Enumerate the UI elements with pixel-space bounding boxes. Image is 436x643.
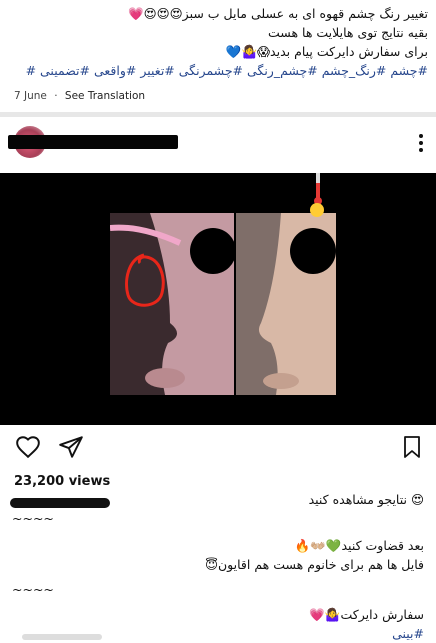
post-actions <box>0 430 436 466</box>
caption-bottom-line-1: 😍 نتایجو مشاهده کنید <box>308 492 424 507</box>
post-caption-bottom: 😍 نتایجو مشاهده کنید ~~~~ بعد قضاوت کنید… <box>0 490 436 643</box>
caption-line-2: بقیه نتایج توی هایلایت ها هست <box>268 25 428 40</box>
caption-bottom-line-2: ~~~~ <box>12 511 54 526</box>
red-circle-annotation <box>125 253 165 307</box>
caption-hashtags[interactable]: #چشم #رنگ_چشم #چشم_رنگی #چشمرنگی #تغییر … <box>8 61 428 80</box>
caption-line-1: تغییر رنگ چشم قهوه ای به عسلی مایل ب سبز… <box>128 6 428 21</box>
views-count[interactable]: 23,200 views <box>14 474 110 489</box>
heart-icon[interactable] <box>14 434 42 460</box>
feed-divider <box>0 112 436 117</box>
heart-eyes-emoji-icon <box>310 203 324 217</box>
caption-bottom-line-5: ~~~~ <box>12 582 54 597</box>
post-date: 7 June <box>14 90 47 102</box>
caption-bottom-line-6: سفارش دایرکت🤷‍♀️💗 <box>309 607 424 622</box>
caption-bottom-line-3: بعد قضاوت کنید💚👐🏼🔥 <box>294 538 424 553</box>
caption-line-3: برای سفارش دایرکت پیام بدید😱🤷‍♀️💙 <box>225 44 428 59</box>
see-translation-link[interactable]: See Translation <box>65 90 145 102</box>
send-icon[interactable] <box>58 434 84 460</box>
post-meta-row: 7 June · See Translation <box>14 90 145 102</box>
faded-comment-bar <box>22 634 102 640</box>
post-header <box>0 118 436 168</box>
post-caption-top: تغییر رنگ چشم قهوه ای به عسلی مایل ب سبز… <box>0 0 436 84</box>
face-blur-circle-left <box>190 228 234 274</box>
face-blur-circle-right <box>290 228 336 274</box>
bookmark-icon[interactable] <box>400 434 424 460</box>
post-media[interactable] <box>0 173 436 425</box>
after-photo <box>236 213 336 395</box>
more-vertical-icon[interactable] <box>418 134 424 154</box>
meta-separator: · <box>54 90 58 102</box>
redacted-username <box>8 135 178 149</box>
caption-bottom-line-4: فایل ها هم برای خانوم هست هم اقایون😇 <box>204 557 424 572</box>
